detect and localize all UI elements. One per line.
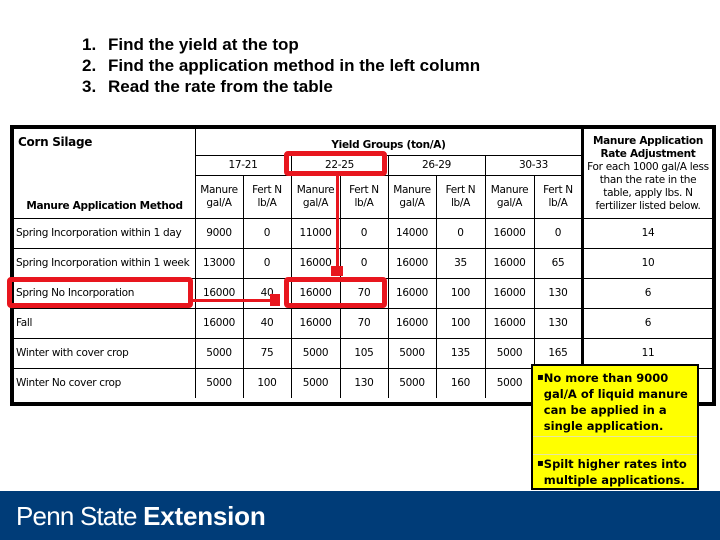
row-method-label: Spring Incorporation within 1 week — [16, 256, 190, 269]
instruction-item: 1. Find the yield at the top — [82, 34, 480, 55]
adjustment-cell: 6 — [644, 286, 652, 299]
note-divider — [533, 454, 697, 455]
fert-n-cell: 40 — [260, 316, 274, 329]
fert-n-cell: 70 — [357, 316, 371, 329]
yield-groups-header: Yield Groups (ton/A) — [331, 138, 446, 151]
fert-n-cell: 100 — [450, 316, 471, 329]
fert-subheader: Fert N lb/A — [445, 183, 476, 209]
yield-group-highlight — [284, 151, 387, 176]
instruction-text: Read the rate from the table — [108, 77, 333, 96]
footer-banner: Penn State Extension — [0, 491, 720, 540]
fert-n-cell: 105 — [354, 346, 374, 359]
fert-n-cell: 160 — [450, 376, 471, 389]
row-method-label: Winter No cover crop — [16, 376, 122, 389]
manure-rate-cell: 16000 — [396, 286, 428, 299]
instruction-list: 1. Find the yield at the top 2. Find the a… — [82, 34, 480, 97]
fert-n-cell: 100 — [450, 286, 471, 299]
fert-n-cell: 0 — [360, 226, 368, 239]
fert-n-cell: 100 — [257, 376, 277, 389]
manure-rate-cell: 16000 — [203, 286, 235, 299]
row-method-label: Winter with cover crop — [16, 346, 129, 359]
arrow-head-icon — [270, 294, 280, 306]
adjustment-cell: 14 — [641, 226, 655, 239]
manure-rate-cell: 5000 — [399, 346, 425, 359]
manure-subheader: Manure gal/A — [393, 183, 431, 209]
manure-rate-cell: 5000 — [206, 346, 232, 359]
note-item: ▪ No more than 9000 gal/A of liquid manur… — [537, 370, 693, 434]
adjustment-title: Manure Application Rate Adjustment — [592, 134, 703, 160]
adjustment-cell: 10 — [641, 256, 655, 269]
fert-n-cell: 0 — [263, 226, 271, 239]
fert-n-cell: 0 — [554, 226, 562, 239]
manure-rate-cell: 16000 — [493, 256, 526, 269]
method-column-header: Manure Application Method — [26, 200, 183, 212]
row-method-label: Fall — [16, 316, 33, 329]
instruction-number: 3. — [82, 77, 97, 96]
manure-subheader: Manure gal/A — [296, 183, 335, 209]
manure-rate-cell: 16000 — [493, 226, 526, 239]
fert-n-cell: 75 — [260, 346, 274, 359]
manure-rate-cell: 13000 — [203, 256, 235, 269]
fert-n-cell: 135 — [450, 346, 471, 359]
fert-subheader: Fert N lb/A — [252, 183, 282, 209]
manure-subheader: Manure gal/A — [490, 183, 529, 209]
manure-rate-cell: 5000 — [302, 346, 329, 359]
brand-regular: Penn State — [16, 501, 144, 531]
note-divider — [533, 436, 697, 437]
instruction-text: Find the application method in the left … — [108, 56, 481, 75]
manure-rate-cell: 5000 — [496, 376, 523, 389]
brand-logo: Penn State Extension — [16, 501, 266, 532]
fert-n-cell: 35 — [454, 256, 467, 269]
note-text: No more than 9000 gal/A of liquid manure… — [543, 371, 688, 433]
arrow-head-icon — [331, 266, 343, 276]
fert-n-cell: 130 — [548, 286, 568, 299]
note-text: Spilt higher rates into multiple applica… — [543, 457, 687, 487]
adjustment-cell: 6 — [644, 316, 652, 329]
row-method-label: Spring Incorporation within 1 day — [16, 226, 182, 239]
manure-rate-cell: 14000 — [396, 226, 428, 239]
instruction-item: 3. Read the rate from the table — [82, 76, 480, 97]
manure-rate-cell: 11000 — [299, 226, 332, 239]
instruction-text: Find the yield at the top — [108, 35, 299, 54]
manure-rate-cell: 16000 — [203, 316, 235, 329]
adjustment-header: Manure Application Rate Adjustment For ea… — [584, 129, 712, 218]
result-highlight — [284, 277, 387, 308]
manure-rate-cell: 5000 — [399, 376, 425, 389]
adjustment-description: For each 1000 gal/A less than the rate i… — [587, 160, 709, 212]
manure-rate-cell: 16000 — [396, 316, 428, 329]
fert-n-cell: 65 — [551, 256, 565, 269]
arrow-line — [193, 299, 271, 302]
yield-group-header: 26-29 — [421, 158, 451, 171]
fert-n-cell: 0 — [263, 256, 271, 269]
fert-subheader: Fert N lb/A — [543, 183, 573, 209]
instruction-number: 1. — [82, 35, 97, 54]
yield-group-header: 17-21 — [228, 158, 258, 171]
manure-rate-cell: 16000 — [299, 316, 332, 329]
fert-n-cell: 130 — [548, 316, 568, 329]
note-item: ▪ Spilt higher rates into multiple applic… — [537, 456, 693, 488]
bullet-icon: ▪ — [537, 372, 544, 383]
instruction-number: 2. — [82, 56, 97, 75]
fert-n-cell: 0 — [360, 256, 368, 269]
manure-rate-cell: 16000 — [493, 316, 526, 329]
fert-n-cell: 0 — [457, 226, 464, 239]
yield-group-header: 30-33 — [518, 158, 548, 171]
method-highlight — [7, 277, 193, 308]
manure-rate-cell: 16000 — [493, 286, 526, 299]
manure-rate-cell: 5000 — [496, 346, 523, 359]
fert-n-cell: 130 — [354, 376, 374, 389]
note-box: ▪ No more than 9000 gal/A of liquid manur… — [531, 364, 699, 490]
manure-rate-cell: 5000 — [302, 376, 329, 389]
fert-subheader: Fert N lb/A — [349, 183, 379, 209]
manure-subheader: Manure gal/A — [200, 183, 238, 209]
brand-bold: Extension — [143, 501, 266, 531]
bullet-icon: ▪ — [537, 458, 544, 469]
instruction-item: 2. Find the application method in the lef… — [82, 55, 480, 76]
arrow-line — [336, 176, 339, 268]
manure-rate-cell: 16000 — [396, 256, 428, 269]
crop-title: Corn Silage — [18, 134, 93, 149]
manure-rate-cell: 9000 — [206, 226, 232, 239]
manure-rate-cell: 5000 — [206, 376, 232, 389]
